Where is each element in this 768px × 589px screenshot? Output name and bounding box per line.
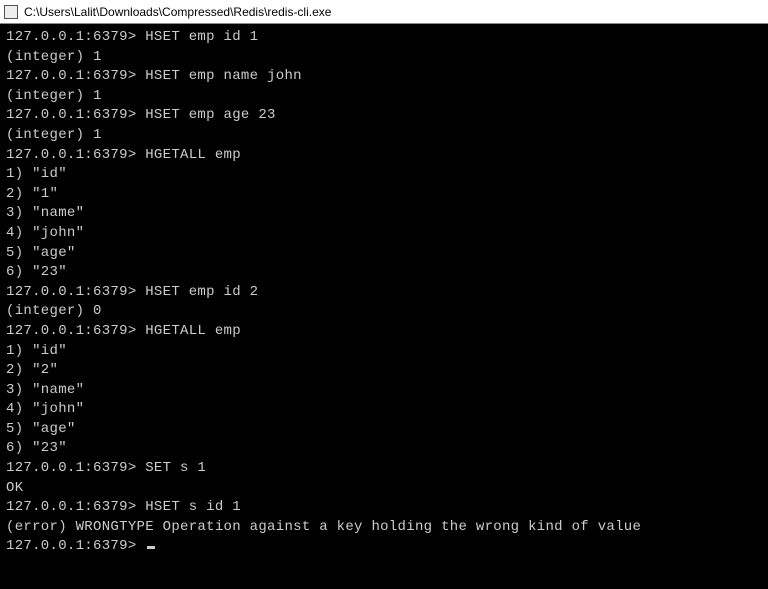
terminal-line: (integer) 1 (6, 87, 762, 107)
terminal-line: 127.0.0.1:6379> HSET emp age 23 (6, 106, 762, 126)
terminal-line: 6) "23" (6, 263, 762, 283)
terminal-line: OK (6, 479, 762, 499)
terminal-line: (integer) 1 (6, 48, 762, 68)
terminal-line: 6) "23" (6, 439, 762, 459)
terminal-line: 3) "name" (6, 204, 762, 224)
terminal-prompt: 127.0.0.1:6379> (6, 538, 145, 554)
terminal-line: 4) "john" (6, 224, 762, 244)
terminal-line: 5) "age" (6, 420, 762, 440)
terminal-line: 127.0.0.1:6379> SET s 1 (6, 459, 762, 479)
terminal-line: 2) "1" (6, 185, 762, 205)
terminal-output[interactable]: 127.0.0.1:6379> HSET emp id 1 (integer) … (0, 24, 768, 561)
cursor-icon (147, 546, 155, 549)
terminal-line: 3) "name" (6, 381, 762, 401)
terminal-line: (integer) 0 (6, 302, 762, 322)
terminal-line: 5) "age" (6, 244, 762, 264)
terminal-line: 127.0.0.1:6379> HGETALL emp (6, 322, 762, 342)
app-icon (4, 5, 18, 19)
terminal-line: 127.0.0.1:6379> HSET emp id 1 (6, 28, 762, 48)
window-title-bar: C:\Users\Lalit\Downloads\Compressed\Redi… (0, 0, 768, 24)
window-title: C:\Users\Lalit\Downloads\Compressed\Redi… (24, 5, 331, 19)
terminal-line: 127.0.0.1:6379> HGETALL emp (6, 146, 762, 166)
terminal-prompt-line: 127.0.0.1:6379> (6, 537, 762, 557)
terminal-line: 4) "john" (6, 400, 762, 420)
terminal-line: (integer) 1 (6, 126, 762, 146)
terminal-line: (error) WRONGTYPE Operation against a ke… (6, 518, 762, 538)
terminal-line: 1) "id" (6, 342, 762, 362)
terminal-line: 2) "2" (6, 361, 762, 381)
terminal-line: 127.0.0.1:6379> HSET s id 1 (6, 498, 762, 518)
terminal-line: 127.0.0.1:6379> HSET emp id 2 (6, 283, 762, 303)
terminal-line: 1) "id" (6, 165, 762, 185)
terminal-line: 127.0.0.1:6379> HSET emp name john (6, 67, 762, 87)
